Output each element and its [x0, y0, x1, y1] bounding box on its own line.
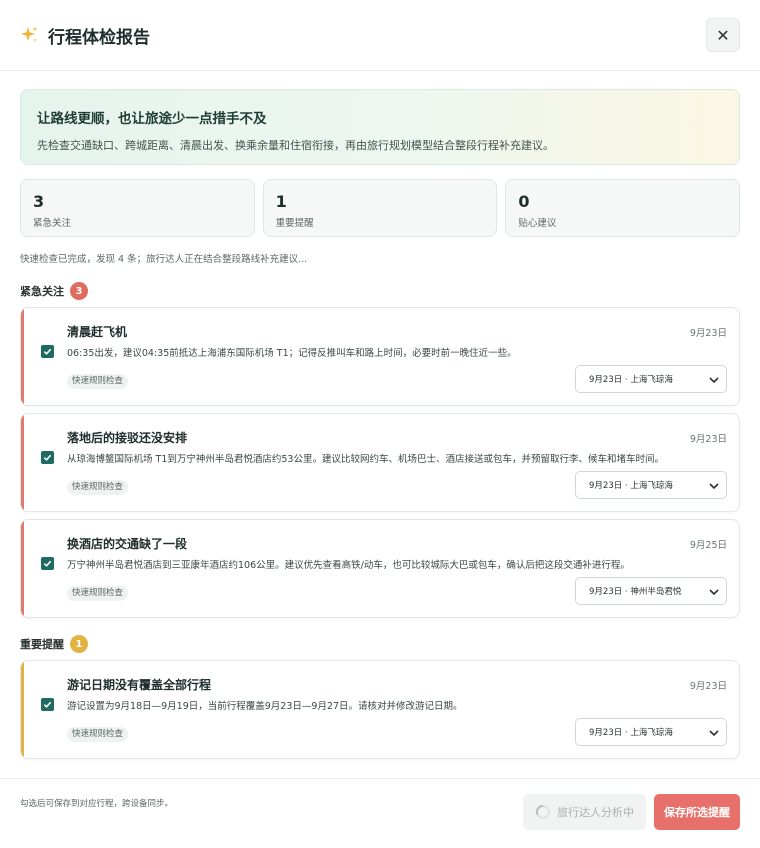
alert-title: 清晨赶飞机: [67, 325, 128, 339]
analyzing-button: 旅行达人分析中: [523, 794, 646, 830]
trip-checkup-modal: 行程体检报告 ✕ 让路线更顺，也让旅途少一点措手不及 先检查交通缺口、跨城距离、…: [0, 0, 760, 848]
spinner-icon: [536, 805, 550, 819]
severity-bar: [21, 661, 24, 758]
alert-card: 换酒店的交通缺了一段 9月25日 万宁神州半岛君悦酒店到三亚康年酒店约106公里…: [20, 519, 740, 618]
close-icon: ✕: [716, 25, 730, 45]
count-badge: 3: [70, 282, 88, 300]
alert-date: 9月23日: [689, 328, 727, 339]
source-tag: 快速规则检查: [67, 480, 129, 495]
severity-bar: [21, 414, 24, 511]
select-checkbox[interactable]: [41, 557, 54, 570]
stat-number: 0: [518, 192, 530, 211]
severity-bar: [21, 308, 24, 405]
select-value: 9月23日 · 神州半岛君悦: [589, 587, 682, 597]
modal-header: 行程体检报告 ✕: [0, 0, 760, 71]
select-value: 9月23日 · 上海飞琼海: [589, 481, 673, 491]
alert-description: 从琼海博鳌国际机场 T1到万宁神州半岛君悦酒店约53公里。建议比较网约车、机场巴…: [67, 454, 664, 465]
alert-card: 落地后的接驳还没安排 9月23日 从琼海博鳌国际机场 T1到万宁神州半岛君悦酒店…: [20, 413, 740, 512]
stat-label: 贴心建议: [518, 218, 557, 229]
trip-segment-select[interactable]: 9月23日 · 上海飞琼海: [575, 365, 727, 393]
select-checkbox[interactable]: [41, 345, 54, 358]
alert-description: 游记设置为9月18日—9月19日，当前行程覆盖9月23日—9月27日。请核对并修…: [67, 701, 463, 712]
analyzing-label: 旅行达人分析中: [557, 806, 634, 819]
intro-banner: 让路线更顺，也让旅途少一点措手不及 先检查交通缺口、跨城距离、清晨出发、换乘余量…: [20, 89, 740, 165]
alert-card: 游记日期没有覆盖全部行程 9月23日 游记设置为9月18日—9月19日，当前行程…: [20, 660, 740, 759]
select-checkbox[interactable]: [41, 451, 54, 464]
summary-stats: 3 紧急关注 1 重要提醒 0 贴心建议: [20, 179, 741, 237]
alert-description: 06:35出发，建议04:35前抵达上海浦东国际机场 T1；记得反推叫车和路上时…: [67, 348, 517, 359]
save-selected-button[interactable]: 保存所选提醒: [654, 794, 740, 830]
intro-heading: 让路线更顺，也让旅途少一点措手不及: [37, 111, 267, 127]
alert-date: 9月23日: [689, 434, 727, 445]
modal-footer: 勾选后可保存到对应行程，跨设备同步。 旅行达人分析中 保存所选提醒: [0, 778, 760, 848]
stat-urgent: 3 紧急关注: [20, 179, 255, 237]
stat-number: 1: [275, 192, 287, 211]
section-important-header: 重要提醒 1: [20, 635, 740, 653]
alert-title: 落地后的接驳还没安排: [67, 431, 188, 445]
chevron-down-icon: [709, 589, 719, 596]
severity-bar: [21, 520, 24, 617]
select-value: 9月23日 · 上海飞琼海: [589, 728, 673, 738]
alert-title: 游记日期没有覆盖全部行程: [67, 678, 212, 692]
trip-segment-select[interactable]: 9月23日 · 上海飞琼海: [575, 718, 727, 746]
check-icon: [43, 560, 52, 567]
chevron-down-icon: [709, 483, 719, 490]
alert-date: 9月25日: [689, 540, 727, 551]
alert-card: 清晨赶飞机 9月23日 06:35出发，建议04:35前抵达上海浦东国际机场 T…: [20, 307, 740, 406]
select-value: 9月23日 · 上海飞琼海: [589, 375, 673, 385]
close-button[interactable]: ✕: [706, 18, 740, 52]
progress-status: 快速检查已完成，发现 4 条；旅行达人正在结合整段路线补充建议...: [20, 254, 308, 265]
trip-segment-select[interactable]: 9月23日 · 神州半岛君悦: [575, 577, 727, 605]
source-tag: 快速规则检查: [67, 727, 129, 742]
intro-text: 先检查交通缺口、跨城距离、清晨出发、换乘余量和住宿衔接，再由旅行规划模型结合整段…: [37, 139, 554, 152]
footer-hint: 勾选后可保存到对应行程，跨设备同步。: [20, 799, 174, 809]
trip-segment-select[interactable]: 9月23日 · 上海飞琼海: [575, 471, 727, 499]
stat-important: 1 重要提醒: [262, 179, 498, 237]
alert-description: 万宁神州半岛君悦酒店到三亚康年酒店约106公里。建议优先查看高铁/动车，也可比较…: [67, 560, 630, 571]
modal-body: 让路线更顺，也让旅途少一点措手不及 先检查交通缺口、跨城距离、清晨出发、换乘余量…: [0, 89, 760, 759]
alert-title: 换酒店的交通缺了一段: [67, 537, 188, 551]
alert-date: 9月23日: [689, 681, 727, 692]
chevron-down-icon: [709, 377, 719, 384]
stat-label: 紧急关注: [33, 218, 72, 229]
stat-tips: 0 贴心建议: [505, 179, 741, 237]
stat-label: 重要提醒: [275, 218, 314, 229]
modal-title: 行程体检报告: [48, 27, 150, 48]
section-urgent-header: 紧急关注 3: [20, 282, 740, 300]
source-tag: 快速规则检查: [67, 586, 129, 601]
check-icon: [43, 348, 52, 355]
section-title: 重要提醒: [20, 638, 64, 651]
section-title: 紧急关注: [20, 285, 64, 298]
save-label: 保存所选提醒: [664, 806, 730, 819]
count-badge: 1: [70, 635, 88, 653]
chevron-down-icon: [709, 730, 719, 737]
select-checkbox[interactable]: [41, 698, 54, 711]
check-icon: [43, 701, 52, 708]
check-icon: [43, 454, 52, 461]
sparkle-icon: [20, 25, 40, 45]
stat-number: 3: [33, 192, 45, 211]
source-tag: 快速规则检查: [67, 374, 129, 389]
